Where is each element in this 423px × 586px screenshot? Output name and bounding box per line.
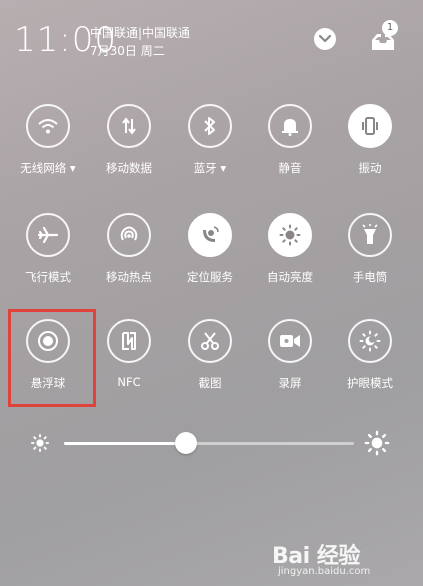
tile-screenshot[interactable]: 截图: [170, 319, 250, 391]
watermark: Bai 经验 jingyan.baidu.com: [268, 536, 418, 582]
tile-label: 手电筒: [352, 270, 388, 284]
nfc-toggle[interactable]: [107, 319, 151, 363]
tile-eye-care[interactable]: 护眼模式: [330, 319, 410, 391]
brightness-thumb[interactable]: [174, 432, 197, 454]
notification-button[interactable]: 1: [368, 20, 408, 56]
record-screen-icon: [280, 335, 300, 347]
location-icon: [203, 226, 219, 242]
notification-badge: 1: [382, 20, 398, 36]
mobile-data-icon: [122, 117, 136, 135]
tile-flashlight[interactable]: 手电筒: [330, 213, 410, 285]
record-screen-toggle[interactable]: [268, 319, 312, 363]
expand-button[interactable]: [314, 28, 336, 50]
tile-vibrate[interactable]: 振动: [330, 104, 410, 176]
vibrate-toggle[interactable]: [348, 104, 392, 148]
brightness-fill: [64, 442, 186, 445]
tile-record-screen[interactable]: 录屏: [250, 319, 330, 391]
brightness-track[interactable]: [64, 442, 354, 445]
nfc-icon: [122, 332, 136, 350]
eye-care-icon: [359, 330, 381, 352]
tile-label: 移动数据: [106, 161, 152, 175]
tile-label: 振动: [358, 161, 382, 175]
brightness-low-icon: [30, 433, 50, 453]
mobile-data-toggle[interactable]: [107, 104, 151, 148]
tile-label: 飞行模式: [25, 270, 71, 284]
tile-location[interactable]: 定位服务: [170, 213, 250, 285]
tile-label: 定位服务: [187, 270, 233, 284]
brightness-slider[interactable]: [30, 428, 392, 458]
tile-mobile-data[interactable]: 移动数据: [89, 104, 169, 176]
tile-auto-brightness[interactable]: 自动亮度: [250, 213, 330, 285]
hotspot-toggle[interactable]: [107, 213, 151, 257]
watermark-url: jingyan.baidu.com: [278, 566, 371, 577]
date-label: 7月30日 周二: [90, 44, 165, 58]
brightness-high-icon: [364, 430, 390, 456]
highlight-box: [8, 309, 96, 407]
flashlight-icon: [362, 224, 378, 244]
hotspot-icon: [120, 226, 138, 241]
tile-label: 移动热点: [106, 270, 152, 284]
tile-label: 护眼模式: [347, 376, 393, 390]
bell-icon: [282, 119, 298, 136]
wifi-toggle[interactable]: [26, 104, 70, 148]
eye-care-toggle[interactable]: [348, 319, 392, 363]
tile-wifi[interactable]: 无线网络 ▾: [8, 104, 88, 176]
airplane-icon: [38, 226, 58, 244]
chevron-down-icon: [319, 35, 331, 43]
bluetooth-toggle[interactable]: [188, 104, 232, 148]
tile-nfc[interactable]: NFC: [89, 319, 169, 389]
tile-label: 静音: [278, 161, 302, 175]
airplane-toggle[interactable]: [26, 213, 70, 257]
vibrate-icon: [362, 117, 378, 135]
screenshot-toggle[interactable]: [188, 319, 232, 363]
wifi-icon: [38, 119, 58, 134]
tile-hotspot[interactable]: 移动热点: [89, 213, 169, 285]
status-bar: 11:00 中国联通|中国联通 7月30日 周二 1: [14, 18, 414, 68]
tile-label: 无线网络 ▾: [20, 161, 76, 175]
tile-silent[interactable]: 静音: [250, 104, 330, 176]
silent-toggle[interactable]: [268, 104, 312, 148]
tile-label: 截图: [198, 376, 222, 390]
bluetooth-icon: [204, 117, 215, 135]
auto-brightness-icon: [279, 224, 301, 246]
tile-label: 自动亮度: [267, 270, 313, 284]
carrier-label: 中国联通|中国联通: [90, 26, 191, 40]
tile-label: 录屏: [278, 376, 302, 390]
tile-bluetooth[interactable]: 蓝牙 ▾: [170, 104, 250, 176]
scissors-icon: [201, 332, 219, 350]
tile-label: NFC: [117, 375, 141, 389]
flashlight-toggle[interactable]: [348, 213, 392, 257]
auto-brightness-toggle[interactable]: [268, 213, 312, 257]
location-toggle[interactable]: [188, 213, 232, 257]
tile-airplane[interactable]: 飞行模式: [8, 213, 88, 285]
tile-label: 蓝牙 ▾: [193, 161, 227, 175]
